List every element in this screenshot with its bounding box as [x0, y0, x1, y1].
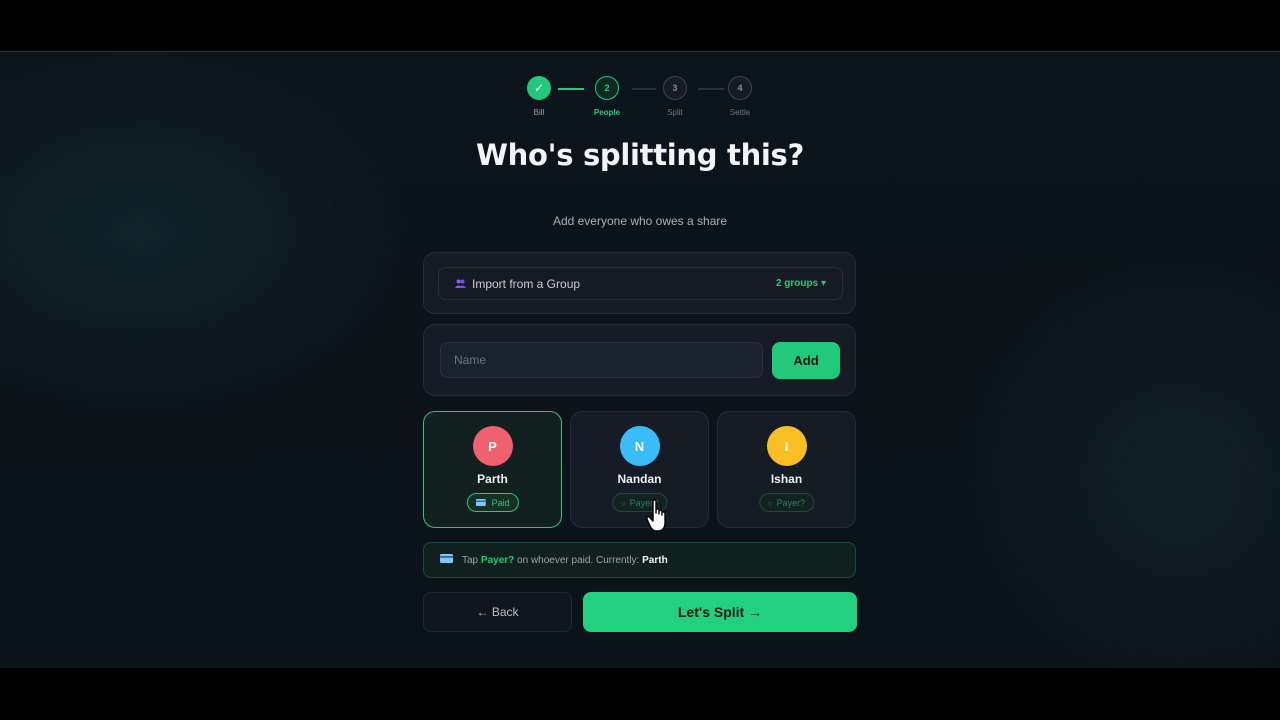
import-group-label: Import from a Group	[472, 277, 581, 291]
badge-label: Paid	[491, 498, 510, 508]
step-label: Settle	[729, 108, 751, 117]
import-group-card: Import from a Group 2 groups ▾	[423, 252, 856, 314]
group-count: 2 groups ▾	[775, 278, 826, 289]
page-title: Who's splitting this?	[475, 138, 805, 172]
hint-text: Tap Payer? on whoever paid. Currently: P…	[462, 555, 668, 566]
person-card-nandan[interactable]: N Nandan ○ Payer?	[570, 411, 709, 528]
step-label: Split	[667, 108, 683, 117]
avatar: N	[619, 426, 660, 466]
circle-icon: ○	[767, 499, 773, 508]
name-input[interactable]	[440, 342, 763, 378]
app-screen: ✓ Bill 2 People 3 Split 4 Settle Who's s…	[0, 51, 1280, 669]
person-name: Parth	[477, 472, 508, 486]
step-number: 4	[728, 76, 752, 100]
person-name: Nandan	[617, 472, 662, 486]
step-people[interactable]: 2 People	[594, 76, 620, 117]
circle-icon: ○	[620, 499, 626, 508]
card-icon	[475, 499, 487, 508]
payer-toggle[interactable]: ○ Payer?	[758, 493, 815, 512]
add-button[interactable]: Add	[772, 342, 840, 379]
page-subtitle: Add everyone who owes a share	[552, 214, 728, 228]
back-button[interactable]: ← Back	[423, 592, 572, 632]
current-payer: Parth	[642, 555, 668, 566]
avatar: P	[472, 426, 513, 466]
step-connector	[632, 88, 656, 90]
person-card-ishan[interactable]: I Ishan ○ Payer?	[717, 411, 856, 528]
step-split[interactable]: 3 Split	[662, 76, 688, 117]
import-group-dropdown[interactable]: Import from a Group 2 groups ▾	[438, 267, 843, 300]
paid-badge[interactable]: Paid	[466, 493, 519, 512]
payer-hint: Tap Payer? on whoever paid. Currently: P…	[423, 542, 856, 578]
step-label: People	[593, 108, 621, 117]
card-icon	[440, 554, 453, 566]
step-settle[interactable]: 4 Settle	[727, 76, 753, 117]
stepper: ✓ Bill 2 People 3 Split 4 Settle	[526, 76, 754, 117]
badge-label: Payer?	[776, 498, 806, 508]
step-connector	[698, 88, 724, 90]
letterbox-top	[0, 0, 1280, 51]
person-card-parth[interactable]: P Parth Paid	[423, 411, 562, 528]
users-icon	[455, 279, 466, 290]
add-person-card: Add	[423, 324, 856, 396]
step-connector	[558, 88, 584, 90]
step-number: 2	[595, 76, 619, 100]
check-icon: ✓	[527, 76, 551, 100]
hint-prefix: Tap	[462, 555, 479, 566]
hand-cursor-icon	[646, 499, 666, 532]
step-number: 3	[663, 76, 687, 100]
hint-highlight: Payer?	[480, 555, 515, 566]
person-name: Ishan	[770, 472, 803, 486]
lets-split-button[interactable]: Let's Split →	[583, 592, 857, 632]
hint-middle: on whoever paid. Currently:	[517, 555, 640, 566]
avatar: I	[766, 426, 807, 466]
letterbox-bottom	[0, 668, 1280, 720]
step-label: Bill	[533, 108, 545, 117]
step-bill[interactable]: ✓ Bill	[526, 76, 552, 117]
